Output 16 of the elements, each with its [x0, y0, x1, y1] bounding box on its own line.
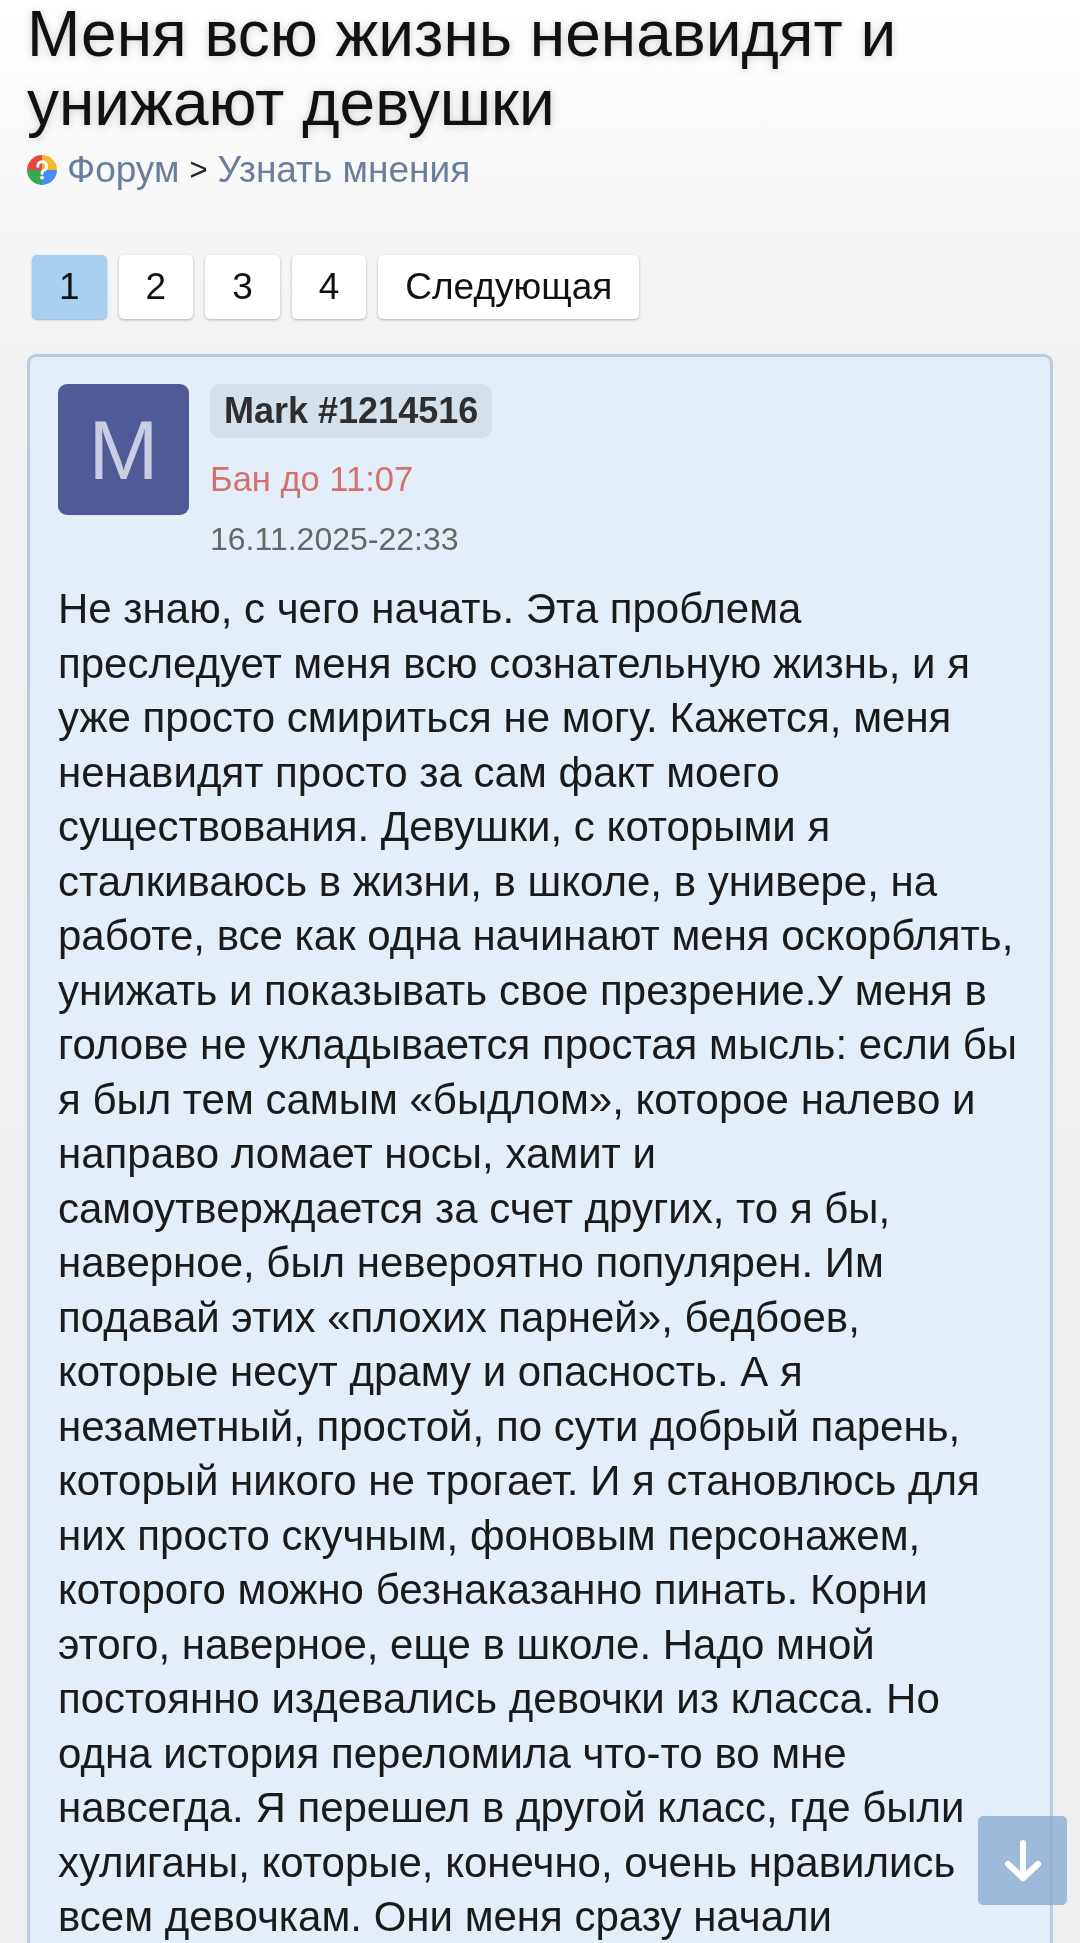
- page-title: Меня всю жизнь ненавидят и унижают девушки: [27, 0, 898, 138]
- user-avatar: M: [58, 384, 189, 515]
- page-button[interactable]: Следующая: [378, 255, 640, 319]
- page-button[interactable]: 4: [291, 255, 367, 319]
- username-tag[interactable]: Mark #1214516: [210, 384, 493, 438]
- breadcrumb-link[interactable]: Узнать мнения: [217, 150, 471, 190]
- page-button[interactable]: 2: [118, 255, 194, 319]
- post-body: Не знаю, с чего начать. Эта проблема преследует меня всю сознательную жизнь, и я уже просто смириться не могу. Кажется, меня ненавидят просто за сам факт моего существования. Девушки, с которыми я сталкиваюсь в жизни, в школе, в универе, на работе, все как одна начинают меня оскорблять, унижать и показывать свое презрение.У меня в голове не укладывается простая мысль: если бы я был тем самым «быдлом», которое налево и направо ломает носы, хамит и самоутверждается за счет других, то я бы, наверное, был невероятно популярен. Им подавай этих «плохих парней», бедбоев, которые несут драму и опасность. А я незаметный, простой, по сути добрый парень, который никого не трогает. И я становлюсь для них просто скучным, фоновым персонажем, которого можно безнаказанно пинать. Корни этого, наверное, еще в школе. Надо мной постоянно издевались девочки из класса. Но одна история переломила что-то во мне навсегда. Я перешел в другой класс, где были хулиганы, которые, конечно, очень нравились всем девочкам. Они меня сразу начали: [58, 584, 1019, 1942]
- scroll-down-button[interactable]: [978, 1816, 1067, 1905]
- question-mark-icon: [27, 155, 57, 185]
- page-button[interactable]: 3: [205, 255, 280, 319]
- breadcrumb-link[interactable]: Форум: [67, 150, 180, 190]
- breadcrumb-separator: >: [189, 151, 208, 189]
- page-button[interactable]: 1: [32, 255, 107, 319]
- post-date: 16.11.2025-22:33: [210, 521, 459, 557]
- ban-status-text: Бан до 11:07: [210, 459, 414, 499]
